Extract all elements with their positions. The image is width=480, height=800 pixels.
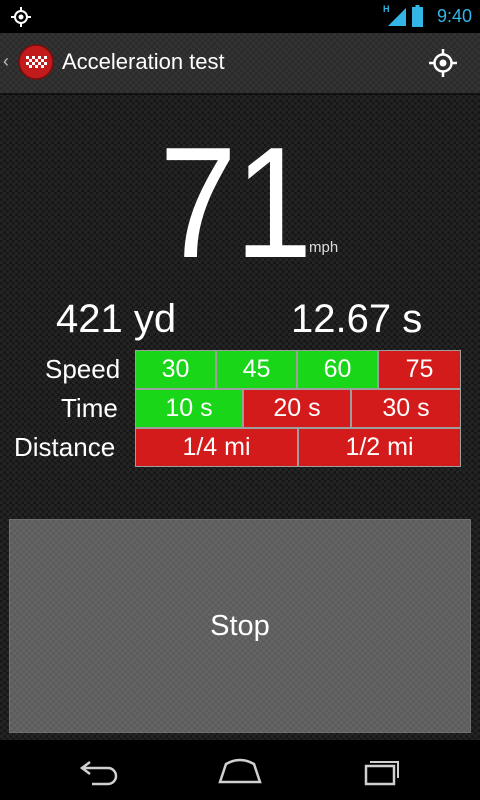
action-bar: ‹ Acceleration test <box>0 33 480 95</box>
time-cell: 10 s <box>135 389 243 428</box>
speed-cell: 30 <box>135 350 216 389</box>
speed-row: Speed 30 45 60 75 <box>0 350 480 389</box>
speed-cell: 75 <box>378 350 461 389</box>
time-readout: 12.67 s <box>291 297 423 341</box>
speed-cell: 60 <box>297 350 378 389</box>
distance-readout: 421 yd <box>56 297 177 341</box>
status-bar: H 9:40 <box>0 0 480 33</box>
time-row: Time 10 s 20 s 30 s <box>0 389 480 428</box>
signal-icon <box>388 8 406 26</box>
speed-unit: mph <box>309 239 339 256</box>
locate-icon[interactable] <box>428 48 458 78</box>
distance-cell: 1/4 mi <box>135 428 298 467</box>
time-cell: 20 s <box>243 389 351 428</box>
distance-cells: 1/4 mi 1/2 mi <box>135 428 461 467</box>
battery-icon <box>412 5 423 27</box>
status-clock: 9:40 <box>436 6 472 26</box>
distance-cell: 1/2 mi <box>298 428 461 467</box>
up-caret-icon[interactable]: ‹ <box>3 51 9 72</box>
recents-icon[interactable] <box>358 754 402 786</box>
back-icon[interactable] <box>78 754 122 786</box>
home-icon[interactable] <box>218 754 262 786</box>
app-icon[interactable] <box>18 44 54 80</box>
stop-button[interactable]: Stop <box>9 519 471 733</box>
time-cell: 30 s <box>351 389 461 428</box>
page-title: Acceleration test <box>62 49 225 74</box>
distance-row-label: Distance <box>14 432 116 462</box>
gps-icon <box>11 7 31 27</box>
current-speed: 71 <box>159 115 312 291</box>
stop-button-label: Stop <box>210 609 270 642</box>
navigation-bar <box>0 740 480 800</box>
distance-row: Distance 1/4 mi 1/2 mi <box>0 428 480 467</box>
time-row-label: Time <box>61 393 118 423</box>
speed-cells: 30 45 60 75 <box>135 350 461 389</box>
speed-cell: 45 <box>216 350 297 389</box>
time-cells: 10 s 20 s 30 s <box>135 389 461 428</box>
speed-row-label: Speed <box>45 354 121 384</box>
